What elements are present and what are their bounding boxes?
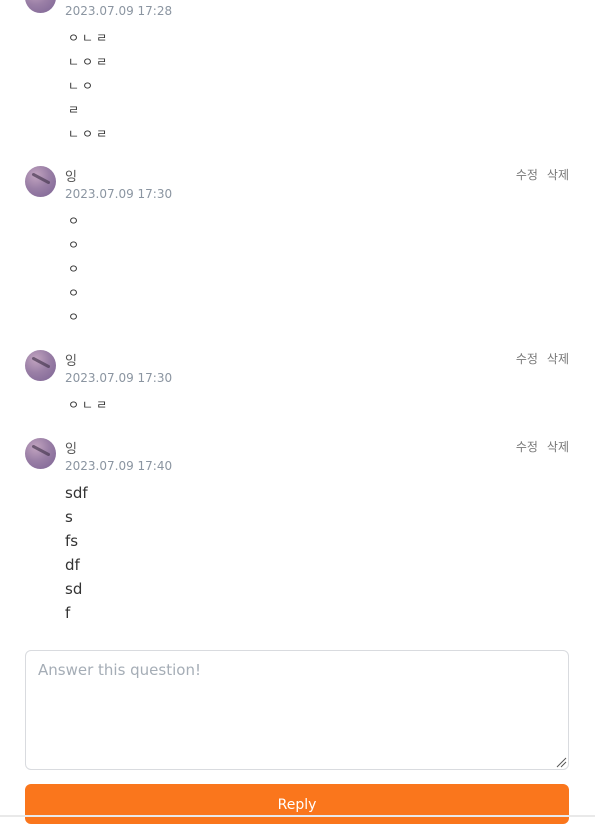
comment-author: 잉	[65, 442, 77, 457]
answer-textarea[interactable]	[25, 650, 569, 770]
avatar	[25, 166, 56, 197]
comment-author: 잉	[65, 354, 77, 369]
comment-body: ㅇㄴㄹ	[65, 393, 110, 417]
comment-line: ㄹ	[68, 103, 83, 117]
comment-line: ㄴㅇ	[68, 79, 97, 93]
comment-actions: 수정 삭제	[507, 166, 569, 183]
delete-button[interactable]: 삭제	[547, 352, 569, 366]
edit-button[interactable]: 수정	[516, 168, 538, 182]
comment-line: ㅇ	[68, 238, 83, 252]
comment-line: ㅇ	[68, 286, 83, 300]
comment-line: ㄴㅇㄹ	[68, 55, 111, 69]
resize-handle-icon[interactable]	[555, 756, 567, 768]
delete-button[interactable]: 삭제	[547, 168, 569, 182]
comment-line: s	[65, 508, 73, 526]
avatar	[25, 0, 56, 13]
comment-line: sd	[65, 580, 83, 598]
comment-author: 잉	[65, 170, 77, 185]
comment-actions: 수정 삭제	[507, 350, 569, 367]
avatar	[25, 350, 56, 381]
comment-line: fs	[65, 532, 79, 550]
comment-line: df	[65, 556, 80, 574]
comment-line: ㅇ	[68, 310, 83, 324]
reply-button[interactable]: Reply	[25, 784, 569, 824]
comment-line: ㅇㄴㄹ	[68, 31, 111, 45]
comment-line: f	[65, 604, 71, 622]
comment-line: sdf	[65, 484, 88, 502]
comment-line: ㅇ	[68, 214, 83, 228]
edit-button[interactable]: 수정	[516, 440, 538, 454]
delete-button[interactable]: 삭제	[547, 440, 569, 454]
comment-timestamp: 2023.07.09 17:30	[65, 371, 173, 385]
comment-line: ㄴㅇㄹ	[68, 127, 111, 141]
comment-line: ㅇㄴㄹ	[68, 398, 111, 412]
edit-button[interactable]: 수정	[516, 352, 538, 366]
comment-timestamp: 2023.07.09 17:28	[65, 4, 173, 18]
comment-timestamp: 2023.07.09 17:30	[65, 187, 173, 201]
comment-body: sdf s fs df sd f	[65, 481, 88, 625]
avatar	[25, 438, 56, 469]
comment-body: ㅇㄴㄹ ㄴㅇㄹ ㄴㅇ ㄹ ㄴㅇㄹ	[65, 26, 110, 146]
comment-actions: 수정 삭제	[507, 438, 569, 455]
comment-body: ㅇ ㅇ ㅇ ㅇ ㅇ	[65, 209, 82, 329]
comment-timestamp: 2023.07.09 17:40	[65, 459, 173, 473]
comment-line: ㅇ	[68, 262, 83, 276]
